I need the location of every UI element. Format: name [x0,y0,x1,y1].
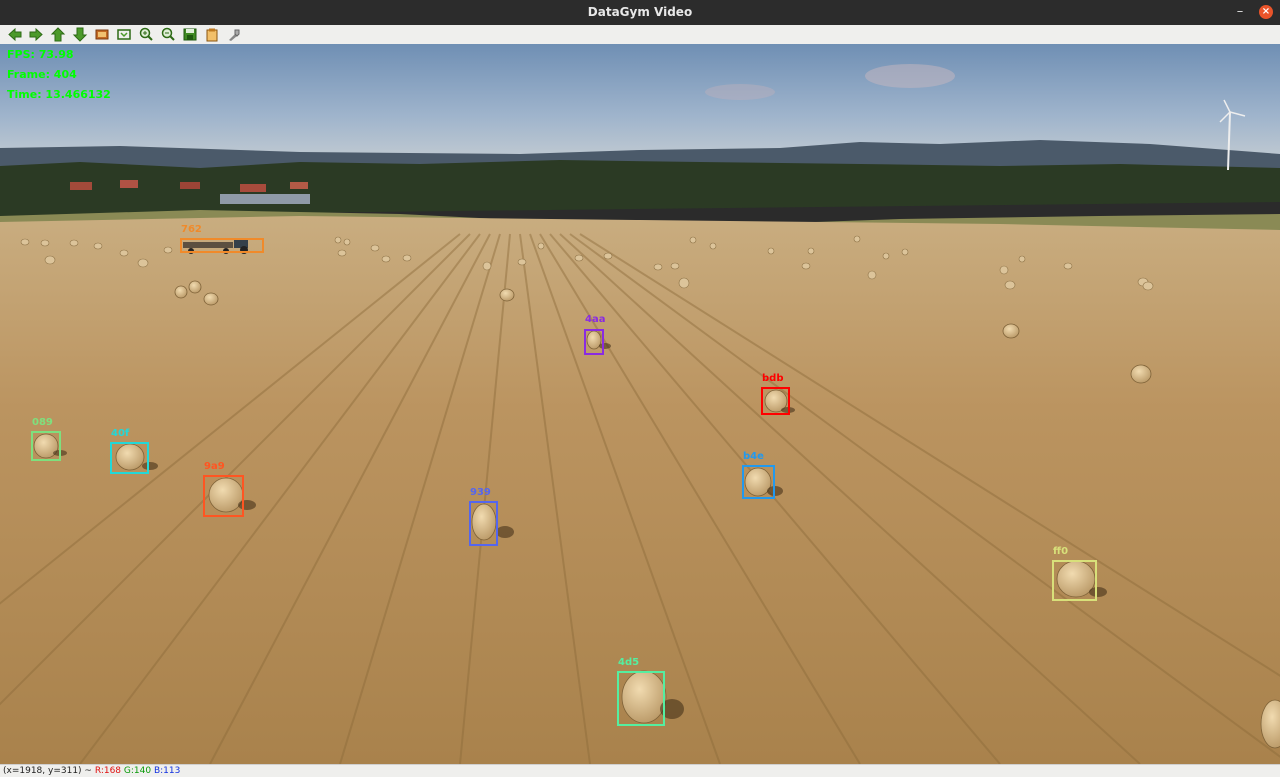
forward-button[interactable] [28,27,44,42]
detection-box[interactable] [203,475,244,517]
status-bar: (x=1918, y=311) ~ R:168 G:140 B:113 [0,764,1280,777]
back-button[interactable] [7,27,23,42]
save-icon [183,28,197,41]
detection-box[interactable] [31,431,61,461]
detection-box[interactable] [180,238,264,253]
detection-box[interactable] [761,387,790,415]
detection-label: 939 [470,487,491,498]
zoom-in-button[interactable] [138,27,154,42]
pixel-green-value: G:140 [123,766,152,776]
video-frame [0,44,1280,764]
save-button[interactable] [182,27,198,42]
detection-label: 40f [111,428,130,439]
forward-arrow-icon [29,27,43,42]
detection-label: b4e [743,451,764,462]
properties-icon [229,29,240,41]
detection-label: bdb [762,373,784,384]
zoom-out-button[interactable] [160,27,176,42]
detection-box[interactable] [1052,560,1097,601]
detection-label: 762 [181,224,202,235]
detection-box[interactable] [584,329,604,355]
minimize-button[interactable]: – [1232,3,1248,21]
properties-button[interactable] [226,27,242,42]
fit-window-icon [117,29,131,40]
detection-box[interactable] [617,671,665,726]
detection-label: 089 [32,417,53,428]
clipboard-icon [206,28,218,42]
detection-label: 4aa [585,314,606,325]
down-arrow-icon [72,27,88,42]
down-button[interactable] [72,27,88,42]
window-titlebar[interactable]: DataGym Video – × [0,0,1280,25]
cursor-coords: (x=1918, y=311) ~ [3,766,92,776]
video-canvas[interactable]: FPS: 73.98 Frame: 404 Time: 13.466132 76… [0,44,1280,764]
detection-box[interactable] [110,442,149,474]
detection-box[interactable] [742,465,775,499]
detection-label: ff0 [1053,546,1069,557]
window-title: DataGym Video [587,5,693,19]
detection-box[interactable] [469,501,498,546]
back-arrow-icon [8,27,22,42]
toolbar [0,25,1280,45]
clipboard-button[interactable] [204,27,220,42]
zoom-out-icon [161,27,175,41]
fps-readout: FPS: 73.98 [7,48,74,61]
zoom-in-icon [139,27,153,41]
detection-label: 9a9 [204,461,225,472]
pixel-red-value: R:168 [94,766,122,776]
pixel-blue-value: B:113 [153,766,181,776]
up-button[interactable] [50,27,66,42]
up-arrow-icon [50,27,66,42]
fit-window-button[interactable] [116,27,132,42]
close-button[interactable]: × [1259,5,1273,19]
image-button[interactable] [94,27,110,42]
image-icon [95,29,109,40]
detection-label: 4d5 [618,657,640,668]
frame-readout: Frame: 404 [7,68,77,81]
time-readout: Time: 13.466132 [7,88,111,101]
